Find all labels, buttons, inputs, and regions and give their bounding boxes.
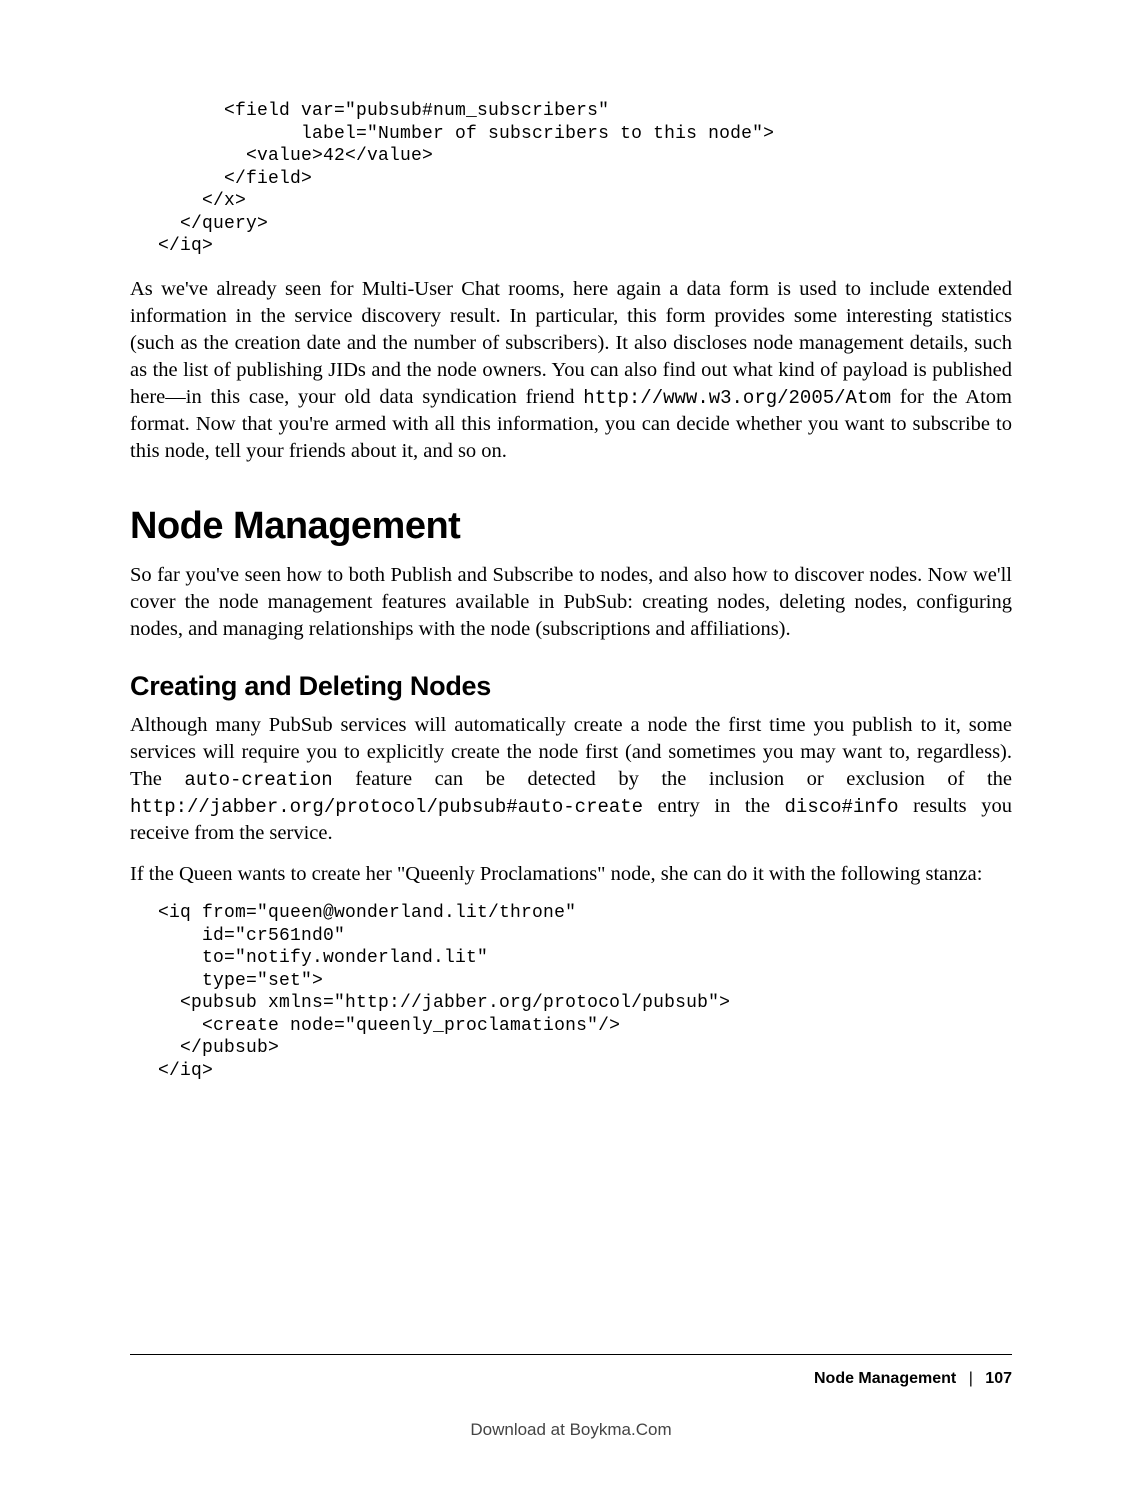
paragraph-4: If the Queen wants to create her "Queenl…	[130, 861, 1012, 888]
code-block-1: <field var="pubsub#num_subscribers" labe…	[158, 100, 1012, 258]
text-run: entry in the	[643, 795, 784, 817]
footer-page-number: 107	[985, 1370, 1012, 1387]
inline-code: http://www.w3.org/2005/Atom	[583, 387, 891, 409]
paragraph-3: Although many PubSub services will autom…	[130, 712, 1012, 847]
text-run: feature can be detected by the inclusion…	[333, 768, 1012, 790]
section-heading: Node Management	[130, 505, 1012, 548]
inline-code: http://jabber.org/protocol/pubsub#auto-c…	[130, 796, 643, 818]
footer-separator: |	[969, 1370, 973, 1387]
footer-rule	[130, 1354, 1012, 1355]
footer-section-name: Node Management	[814, 1370, 956, 1387]
inline-code: auto-creation	[184, 769, 332, 791]
code-block-2: <iq from="queen@wonderland.lit/throne" i…	[158, 902, 1012, 1082]
download-footer: Download at Boykma.Com	[0, 1420, 1142, 1440]
paragraph-2: So far you've seen how to both Publish a…	[130, 562, 1012, 643]
book-page: <field var="pubsub#num_subscribers" labe…	[0, 0, 1142, 1500]
inline-code: disco#info	[785, 796, 899, 818]
subsection-heading: Creating and Deleting Nodes	[130, 671, 1012, 702]
footer: Node Management | 107	[814, 1370, 1012, 1388]
paragraph-1: As we've already seen for Multi-User Cha…	[130, 276, 1012, 465]
